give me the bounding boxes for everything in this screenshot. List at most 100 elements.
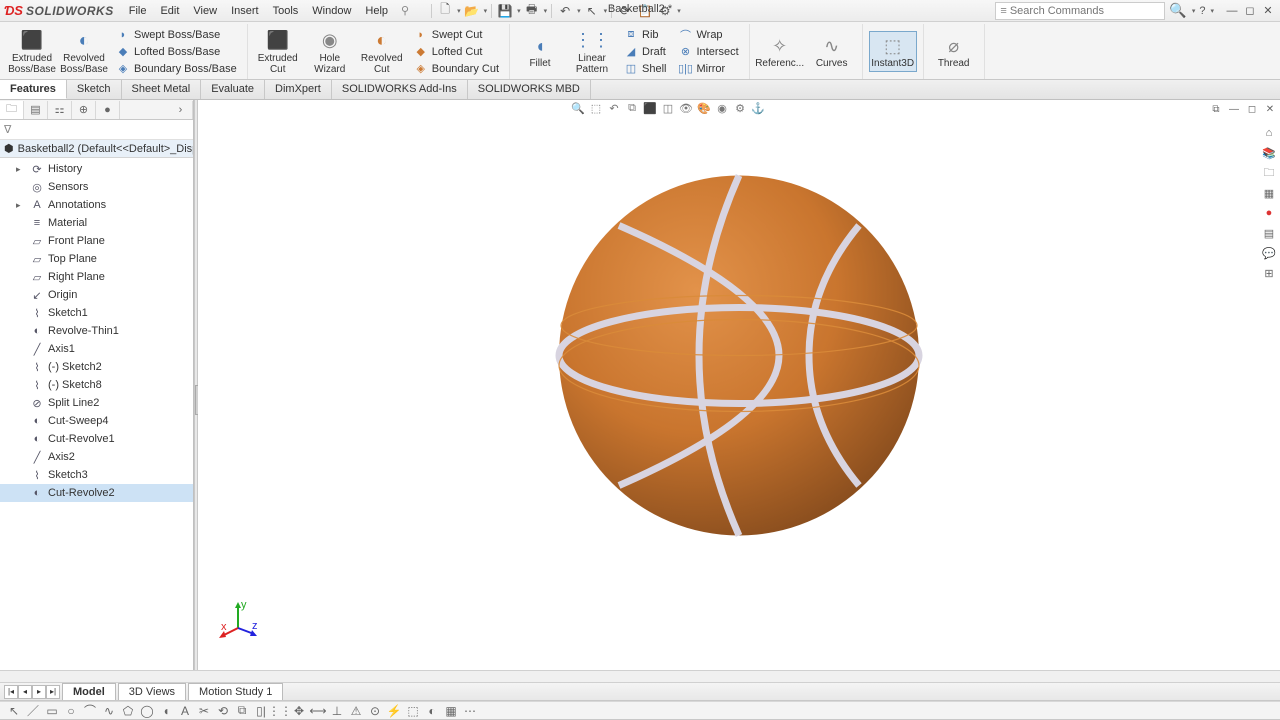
view-orientation-icon[interactable]: ⬛ xyxy=(642,100,658,116)
tab-prev-icon[interactable]: ◂ xyxy=(18,685,32,699)
view-palette-icon[interactable]: ▦ xyxy=(1260,184,1278,202)
boundary-cut-button[interactable]: ◈Boundary Cut xyxy=(410,61,503,77)
extruded-cut-button[interactable]: ⬛Extruded Cut xyxy=(254,27,302,77)
tree-item[interactable]: ↙Origin xyxy=(0,286,193,304)
instant3d-button[interactable]: ⬚Instant3D xyxy=(869,31,917,72)
intersect-button[interactable]: ⊗Intersect xyxy=(674,44,742,60)
trim-tool-icon[interactable]: ✂ xyxy=(196,703,212,719)
move-tool-icon[interactable]: ✥ xyxy=(291,703,307,719)
zoom-fit-icon[interactable]: 🔍 xyxy=(570,100,586,116)
arc-tool-icon[interactable]: ⌒ xyxy=(82,703,98,719)
vp-minimize-icon[interactable]: — xyxy=(1226,102,1242,116)
text-tool-icon[interactable]: A xyxy=(177,703,193,719)
mirror-button[interactable]: ▯|▯Mirror xyxy=(674,61,742,77)
tree-item[interactable]: ◎Sensors xyxy=(0,178,193,196)
wrap-button[interactable]: ⌒Wrap xyxy=(674,27,742,43)
vp-close-icon[interactable]: ✕ xyxy=(1262,102,1278,116)
menu-view[interactable]: View xyxy=(186,2,224,20)
custom-props-icon[interactable]: ▤ xyxy=(1260,224,1278,242)
rect-tool-icon[interactable]: ▭ xyxy=(44,703,60,719)
tab-motion-study[interactable]: Motion Study 1 xyxy=(188,683,283,700)
undo-icon[interactable]: ↶ xyxy=(556,2,574,20)
repair-tool-icon[interactable]: ⚠ xyxy=(348,703,364,719)
rib-button[interactable]: ⧈Rib xyxy=(620,27,670,43)
basketball-model[interactable] xyxy=(549,165,929,548)
tree-item[interactable]: ⌇Sketch3 xyxy=(0,466,193,484)
property-manager-tab-icon[interactable]: ▤ xyxy=(24,101,48,119)
shaded-tool-icon[interactable]: ◐ xyxy=(424,703,440,719)
quicksnap-tool-icon[interactable]: ⊙ xyxy=(367,703,383,719)
select-icon[interactable]: ↖ xyxy=(583,2,601,20)
new-icon[interactable]: 🗋 xyxy=(436,2,454,20)
lofted-boss-button[interactable]: ◆Lofted Boss/Base xyxy=(112,44,241,60)
display-style-icon[interactable]: ◫ xyxy=(660,100,676,116)
file-explorer-icon[interactable]: 🗀 xyxy=(1260,164,1278,182)
design-library-icon[interactable]: 📚 xyxy=(1260,144,1278,162)
vp-restore-icon[interactable]: ⧉ xyxy=(1208,102,1224,116)
reference-geometry-button[interactable]: ✧Referenc... xyxy=(756,32,804,71)
section-view-icon[interactable]: ⧉ xyxy=(624,100,640,116)
tab-first-icon[interactable]: |◂ xyxy=(4,685,18,699)
shell-button[interactable]: ◫Shell xyxy=(620,61,670,77)
pin-icon[interactable]: ⚲ xyxy=(401,4,409,17)
tree-item[interactable]: ◐Revolve-Thin1 xyxy=(0,322,193,340)
search-icon[interactable]: 🔍 xyxy=(1169,2,1186,19)
search-commands[interactable]: ≡ xyxy=(995,2,1165,20)
close-button[interactable]: ✕ xyxy=(1260,3,1276,19)
relation-tool-icon[interactable]: ⊥ xyxy=(329,703,345,719)
print-icon[interactable]: 🖶 xyxy=(523,2,541,20)
display-manager-tab-icon[interactable]: ● xyxy=(96,101,120,119)
convert-tool-icon[interactable]: ⟲ xyxy=(215,703,231,719)
tab-model[interactable]: Model xyxy=(62,683,116,700)
save-icon[interactable]: 💾 xyxy=(496,2,514,20)
tab-dimxpert[interactable]: DimXpert xyxy=(265,80,332,99)
search-input[interactable] xyxy=(1010,5,1161,17)
curves-button[interactable]: ∿Curves xyxy=(808,32,856,71)
circle-tool-icon[interactable]: ○ xyxy=(63,703,79,719)
fillet-button[interactable]: ◖Fillet xyxy=(516,32,564,71)
tree-item[interactable]: ◐Cut-Revolve2 xyxy=(0,484,193,502)
appearances-icon[interactable]: ● xyxy=(1260,204,1278,222)
tree-item[interactable]: ▱Right Plane xyxy=(0,268,193,286)
tab-mbd[interactable]: SOLIDWORKS MBD xyxy=(468,80,591,99)
polygon-tool-icon[interactable]: ⬠ xyxy=(120,703,136,719)
feature-tree-tab-icon[interactable]: 🗀 xyxy=(0,101,24,119)
dimxpert-tab-icon[interactable]: ⊕ xyxy=(72,101,96,119)
hole-wizard-button[interactable]: ◉Hole Wizard xyxy=(306,27,354,77)
tree-item[interactable]: ╱Axis1 xyxy=(0,340,193,358)
apply-scene-icon[interactable]: ◉ xyxy=(714,100,730,116)
filter-bar[interactable]: ∇ xyxy=(0,120,193,140)
tab-sketch[interactable]: Sketch xyxy=(67,80,122,99)
maximize-button[interactable]: ◻ xyxy=(1242,3,1258,19)
tree-item[interactable]: ≡Material xyxy=(0,214,193,232)
tree-item[interactable]: ◐Cut-Revolve1 xyxy=(0,430,193,448)
rapid-tool-icon[interactable]: ⚡ xyxy=(386,703,402,719)
spline-tool-icon[interactable]: ∿ xyxy=(101,703,117,719)
revolved-cut-button[interactable]: ◐Revolved Cut xyxy=(358,27,406,77)
tree-item[interactable]: ⌇(-) Sketch2 xyxy=(0,358,193,376)
edit-appearance-icon[interactable]: 🎨 xyxy=(696,100,712,116)
tree-item[interactable]: ▱Front Plane xyxy=(0,232,193,250)
tab-addins[interactable]: SOLIDWORKS Add-Ins xyxy=(332,80,468,99)
lofted-cut-button[interactable]: ◆Lofted Cut xyxy=(410,44,503,60)
tab-3d-views[interactable]: 3D Views xyxy=(118,683,186,700)
extruded-boss-button[interactable]: ⬛Extruded Boss/Base xyxy=(8,27,56,77)
menu-edit[interactable]: Edit xyxy=(153,2,186,20)
help-icon[interactable]: ? xyxy=(1199,5,1205,17)
tree-item[interactable]: ▱Top Plane xyxy=(0,250,193,268)
tree-item[interactable]: ╱Axis2 xyxy=(0,448,193,466)
configuration-tab-icon[interactable]: ⚏ xyxy=(48,101,72,119)
pattern-tool-icon[interactable]: ⋮⋮ xyxy=(272,703,288,719)
more-tool-icon[interactable]: ⋯ xyxy=(462,703,478,719)
menu-tools[interactable]: Tools xyxy=(266,2,306,20)
tab-last-icon[interactable]: ▸| xyxy=(46,685,60,699)
anchor-icon[interactable]: ⚓ xyxy=(750,100,766,116)
dimension-tool-icon[interactable]: ⟷ xyxy=(310,703,326,719)
draft-button[interactable]: ◢Draft xyxy=(620,44,670,60)
menu-help[interactable]: Help xyxy=(358,2,395,20)
swept-boss-button[interactable]: ◗Swept Boss/Base xyxy=(112,27,241,43)
tree-item[interactable]: ▸⟳History xyxy=(0,160,193,178)
sw-resources-icon[interactable]: ⌂ xyxy=(1260,124,1278,142)
forum-icon[interactable]: 💬 xyxy=(1260,244,1278,262)
tab-features[interactable]: Features xyxy=(0,80,67,99)
